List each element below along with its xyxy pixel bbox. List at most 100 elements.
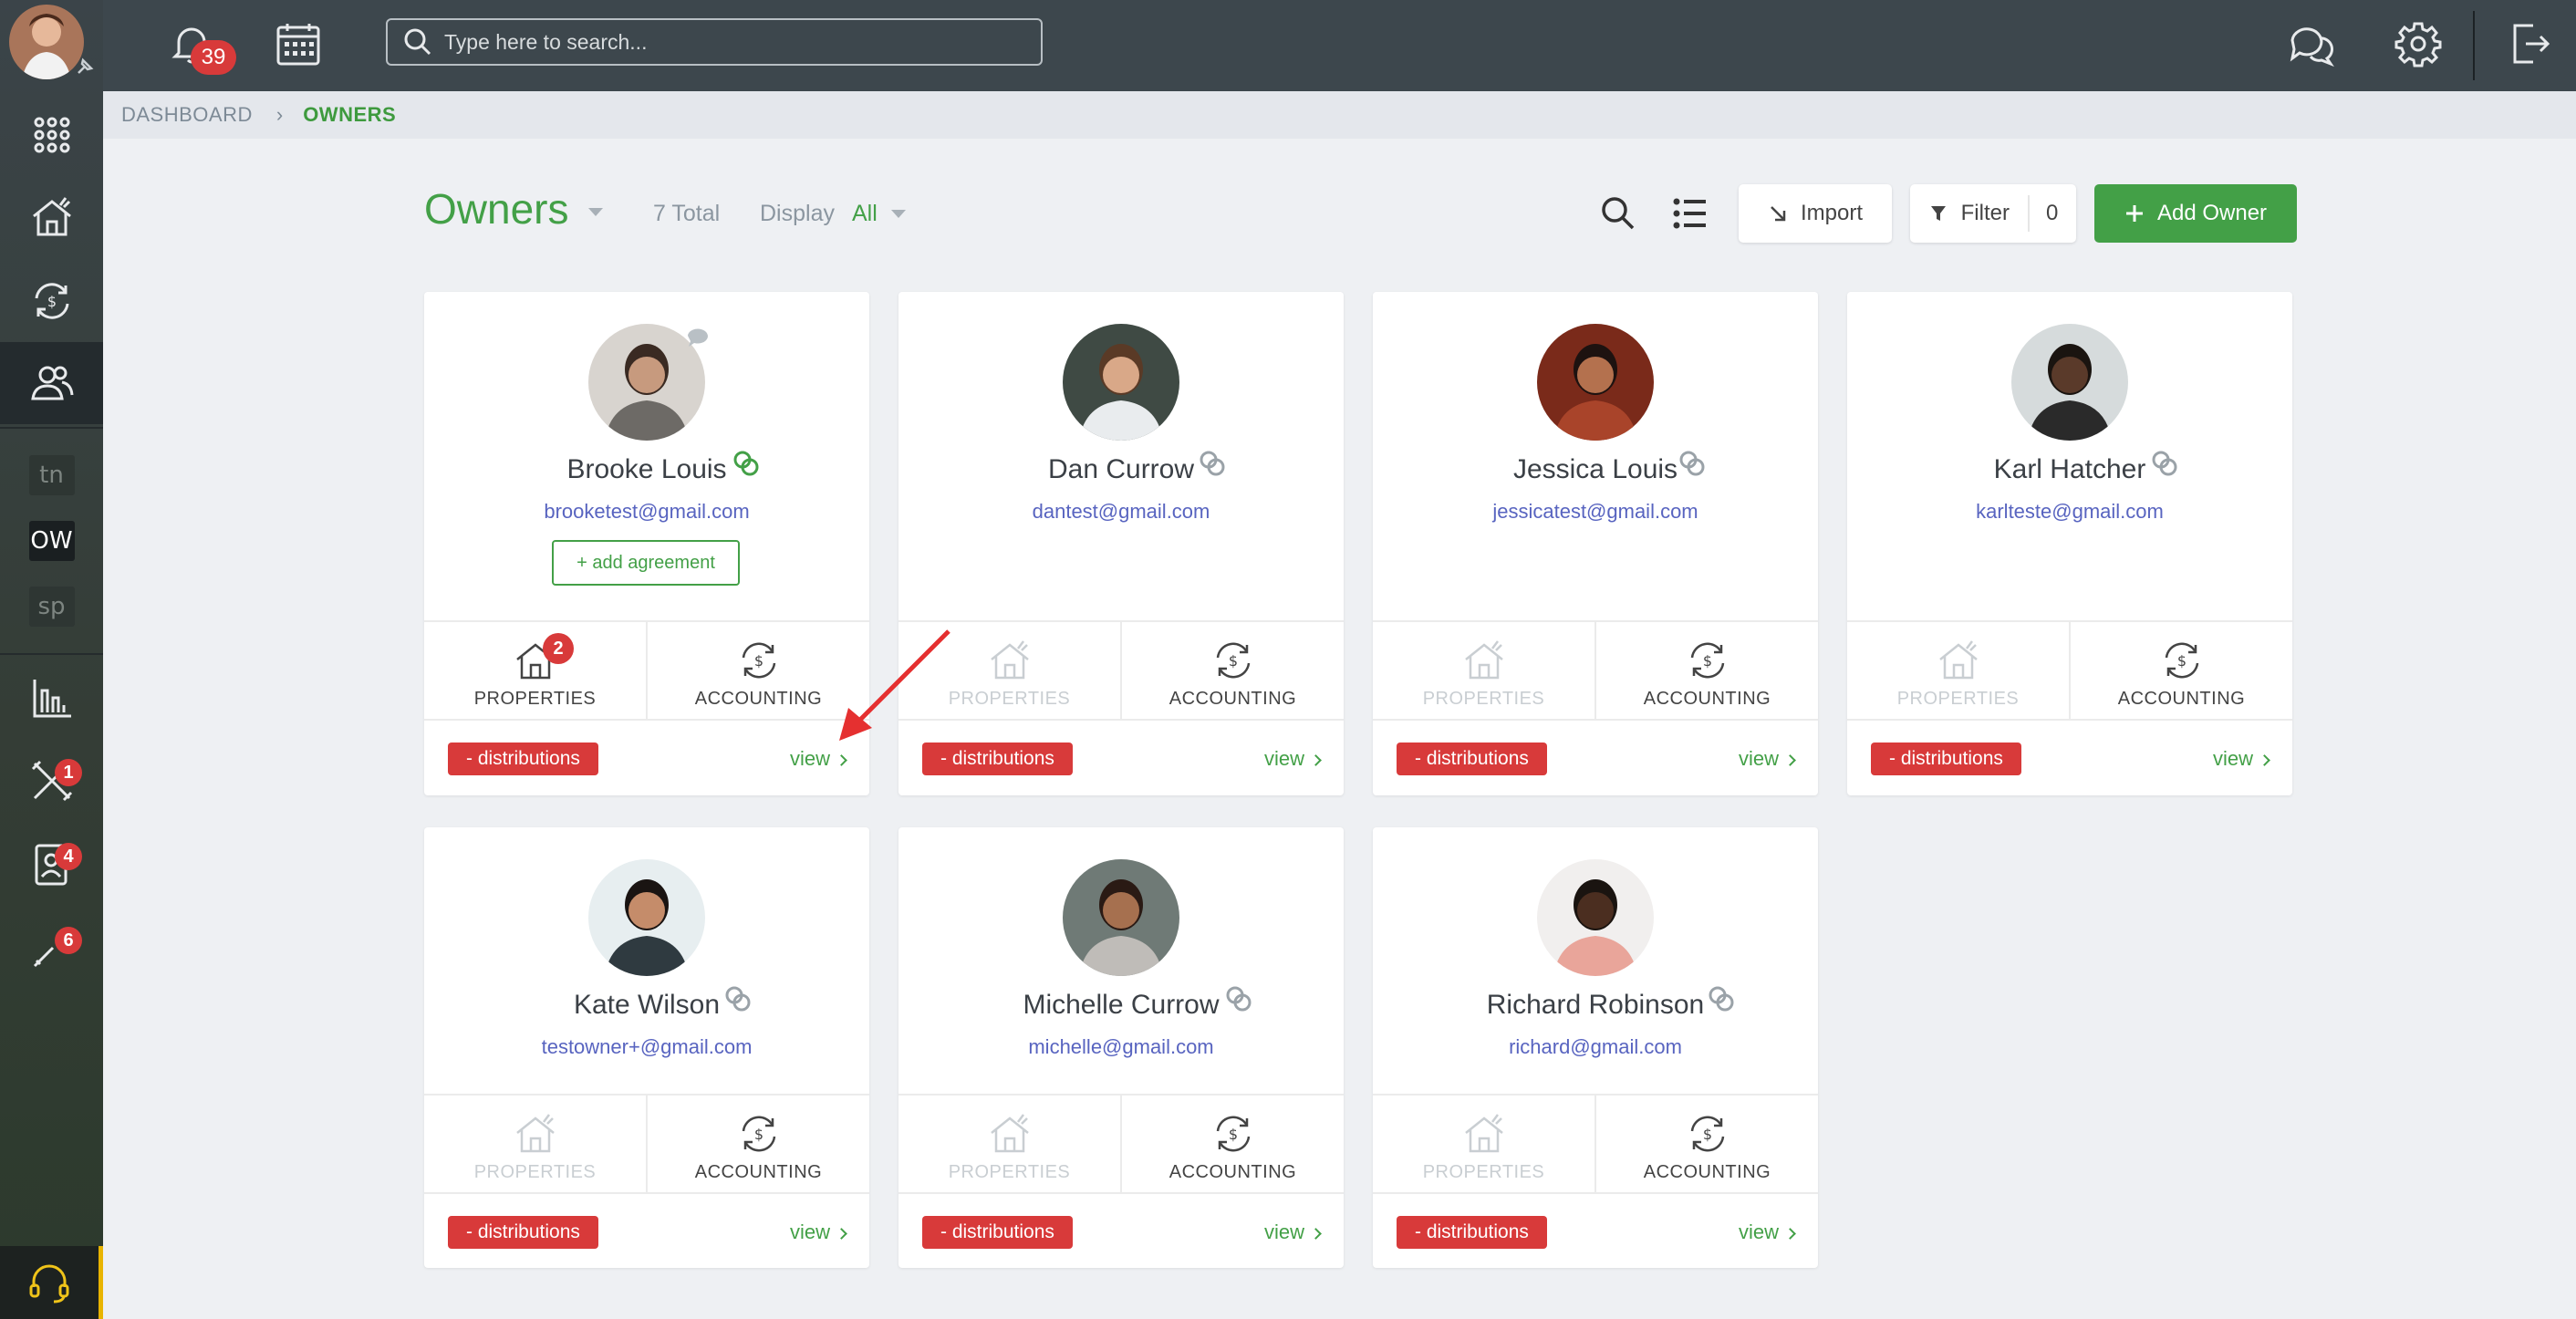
owner-email[interactable]: jessicatest@gmail.com xyxy=(1373,500,1818,524)
owner-card[interactable]: Michelle Currow michelle@gmail.com PROPE… xyxy=(898,827,1344,1268)
distributions-badge[interactable]: - distributions xyxy=(1397,743,1547,775)
owner-email[interactable]: testowner+@gmail.com xyxy=(424,1035,869,1059)
sidebar-item-properties[interactable] xyxy=(0,190,103,244)
distributions-badge[interactable]: - distributions xyxy=(448,1216,598,1249)
money-cycle-icon: $ xyxy=(1216,1116,1250,1152)
accounting-action[interactable]: $ ACCOUNTING xyxy=(1120,622,1344,719)
link-icon[interactable] xyxy=(1678,449,1707,478)
pin-icon[interactable] xyxy=(73,55,97,78)
owner-name[interactable]: Michelle Currow xyxy=(898,990,1344,1021)
owner-name[interactable]: Karl Hatcher xyxy=(1847,454,2292,485)
search-input[interactable] xyxy=(444,29,1010,55)
display-select[interactable]: All xyxy=(852,201,878,227)
sidebar-item-maintenance[interactable]: 1 xyxy=(0,753,103,808)
calendar-button[interactable] xyxy=(271,16,326,71)
view-link[interactable]: view xyxy=(1739,747,1796,771)
page-title[interactable]: Owners xyxy=(424,184,568,234)
view-link[interactable]: view xyxy=(1264,747,1322,771)
view-link[interactable]: view xyxy=(790,747,847,771)
owner-photo xyxy=(1063,859,1179,976)
properties-label: PROPERTIES xyxy=(1422,1162,1545,1182)
accounting-action[interactable]: $ ACCOUNTING xyxy=(646,1096,869,1192)
breadcrumb: DASHBOARD › OWNERS xyxy=(103,91,2576,139)
link-icon[interactable] xyxy=(1198,449,1227,478)
owner-card[interactable]: Karl Hatcher karlteste@gmail.com PROPERT… xyxy=(1847,292,2292,795)
money-cycle-icon: $ xyxy=(35,283,68,319)
search-box[interactable] xyxy=(386,18,1043,66)
import-button[interactable]: Import xyxy=(1739,184,1892,243)
view-link[interactable]: view xyxy=(1739,1220,1796,1244)
link-icon[interactable] xyxy=(1224,984,1253,1013)
support-button[interactable] xyxy=(0,1246,103,1319)
breadcrumb-dashboard[interactable]: DASHBOARD xyxy=(121,103,253,127)
owner-email[interactable]: richard@gmail.com xyxy=(1373,1035,1818,1059)
settings-button[interactable] xyxy=(2391,16,2446,71)
owner-name[interactable]: Kate Wilson xyxy=(424,990,869,1021)
view-link[interactable]: view xyxy=(2213,747,2270,771)
owner-card[interactable]: Richard Robinson richard@gmail.com PROPE… xyxy=(1373,827,1818,1268)
distributions-badge[interactable]: - distributions xyxy=(448,743,598,775)
message-bubble-icon[interactable] xyxy=(685,327,712,348)
owner-photo xyxy=(1537,324,1654,441)
chevron-right-icon xyxy=(836,754,847,766)
owner-email[interactable]: michelle@gmail.com xyxy=(898,1035,1344,1059)
properties-action[interactable]: PROPERTIES xyxy=(1373,1096,1594,1192)
accounting-action[interactable]: $ ACCOUNTING xyxy=(1120,1096,1344,1192)
sidebar-item-owners[interactable] xyxy=(0,342,103,424)
link-icon[interactable] xyxy=(2150,449,2179,478)
add-owner-button[interactable]: Add Owner xyxy=(2094,184,2297,243)
distributions-badge[interactable]: - distributions xyxy=(1871,743,2021,775)
owner-card[interactable]: Brooke Louis brooketest@gmail.com PROPER… xyxy=(424,292,869,795)
accounting-label: ACCOUNTING xyxy=(2117,689,2246,709)
sidebar-item-services[interactable]: 6 xyxy=(0,921,103,976)
chat-button[interactable] xyxy=(2283,16,2338,71)
sidebar-item-accounting[interactable]: $ xyxy=(0,274,103,328)
filter-button[interactable]: Filter 0 xyxy=(1910,184,2076,243)
owner-email[interactable]: brooketest@gmail.com xyxy=(424,500,869,524)
accounting-action[interactable]: $ ACCOUNTING xyxy=(2069,622,2292,719)
owner-name[interactable]: Jessica Louis xyxy=(1373,454,1818,485)
link-icon[interactable] xyxy=(732,449,761,478)
properties-action[interactable]: PROPERTIES xyxy=(424,1096,646,1192)
owner-email[interactable]: dantest@gmail.com xyxy=(898,500,1344,524)
chevron-right-icon xyxy=(836,1228,847,1240)
title-dropdown-caret-icon[interactable] xyxy=(588,208,603,216)
owner-name[interactable]: Brooke Louis xyxy=(424,454,869,485)
view-link[interactable]: view xyxy=(1264,1220,1322,1244)
sidebar-item-sp[interactable]: sp xyxy=(0,586,103,628)
sidebar-item-tenants[interactable]: 4 xyxy=(0,837,103,892)
owner-email[interactable]: karlteste@gmail.com xyxy=(1847,500,2292,524)
accounting-label: ACCOUNTING xyxy=(1643,1162,1771,1182)
sidebar-item-reports[interactable] xyxy=(0,671,103,726)
properties-action[interactable]: PROPERTIES xyxy=(1847,622,2069,719)
add-agreement-button[interactable]: + add agreement xyxy=(552,540,740,586)
distributions-badge[interactable]: - distributions xyxy=(922,1216,1073,1249)
properties-label: PROPERTIES xyxy=(948,1162,1071,1182)
filter-count: 0 xyxy=(2027,195,2058,232)
owner-card[interactable]: Kate Wilson testowner+@gmail.com PROPERT… xyxy=(424,827,869,1268)
logout-button[interactable] xyxy=(2502,16,2557,71)
search-icon[interactable] xyxy=(1598,193,1638,234)
display-caret-icon[interactable] xyxy=(891,210,906,218)
accounting-action[interactable]: $ ACCOUNTING xyxy=(1594,1096,1818,1192)
properties-action[interactable]: PROPERTIES xyxy=(898,1096,1120,1192)
sidebar-item-ow[interactable]: OW xyxy=(0,520,103,562)
properties-action[interactable]: PROPERTIES 2 xyxy=(424,622,646,719)
properties-label: PROPERTIES xyxy=(1896,689,2020,709)
view-link[interactable]: view xyxy=(790,1220,847,1244)
bar-chart-icon xyxy=(33,680,71,718)
owner-name[interactable]: Dan Currow xyxy=(898,454,1344,485)
accounting-action[interactable]: $ ACCOUNTING xyxy=(1594,622,1818,719)
properties-label: PROPERTIES xyxy=(473,689,597,709)
properties-action[interactable]: PROPERTIES xyxy=(1373,622,1594,719)
distributions-badge[interactable]: - distributions xyxy=(1397,1216,1547,1249)
money-cycle-icon: $ xyxy=(1690,642,1724,679)
chevron-right-icon xyxy=(1784,1228,1796,1240)
list-view-icon[interactable] xyxy=(1669,193,1709,234)
owner-name[interactable]: Richard Robinson xyxy=(1373,990,1818,1021)
link-icon[interactable] xyxy=(723,984,753,1013)
owner-card[interactable]: Jessica Louis jessicatest@gmail.com PROP… xyxy=(1373,292,1818,795)
sidebar-item-tn[interactable]: tn xyxy=(0,454,103,496)
sidebar-item-apps[interactable] xyxy=(0,108,103,162)
link-icon[interactable] xyxy=(1707,984,1736,1013)
